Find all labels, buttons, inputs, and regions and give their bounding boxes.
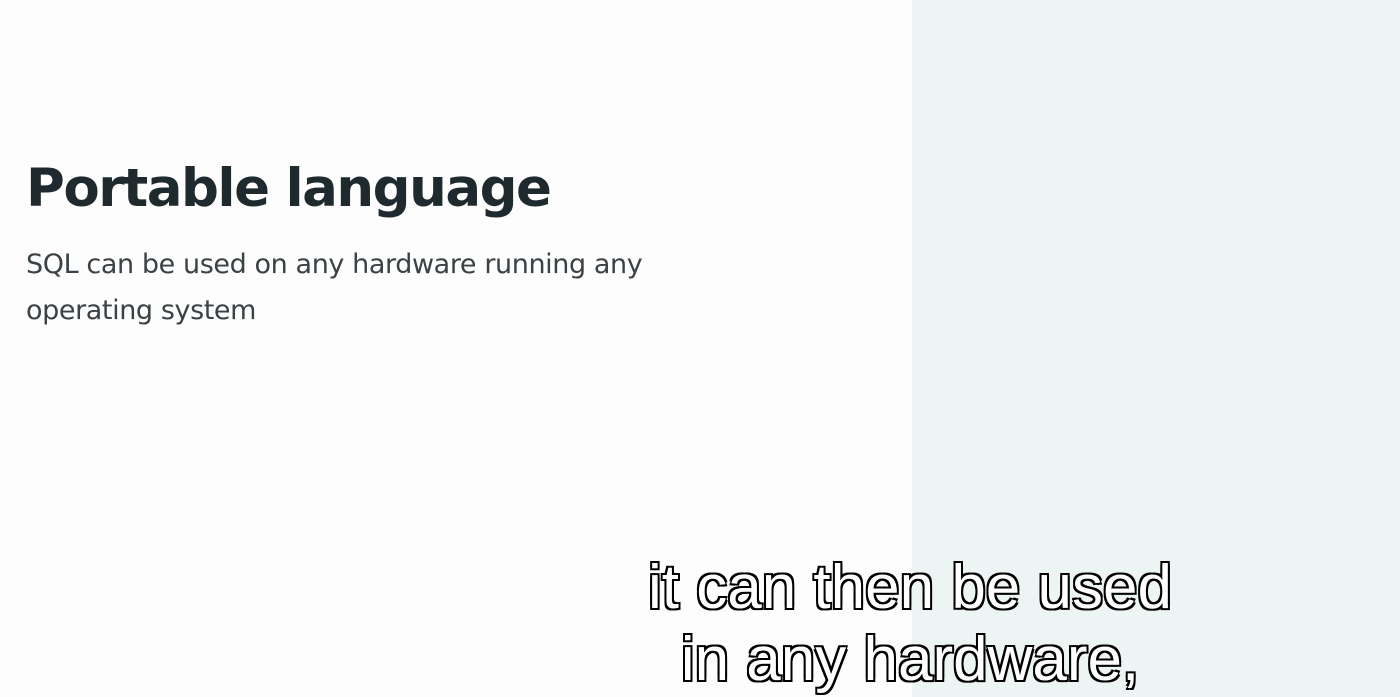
video-frame: Portable language SQL can be used on any… <box>0 0 1400 697</box>
subtitle-caption: it can then be used in any hardware, <box>560 552 1260 696</box>
subtitle-line: in any hardware, <box>680 624 1140 695</box>
slide-description-line: SQL can be used on any hardware running … <box>26 249 643 280</box>
slide-description: SQL can be used on any hardware running … <box>26 242 786 334</box>
slide-description-line: operating system <box>26 295 257 326</box>
slide-title: Portable language <box>26 158 552 219</box>
subtitle-line: it can then be used <box>647 552 1173 623</box>
